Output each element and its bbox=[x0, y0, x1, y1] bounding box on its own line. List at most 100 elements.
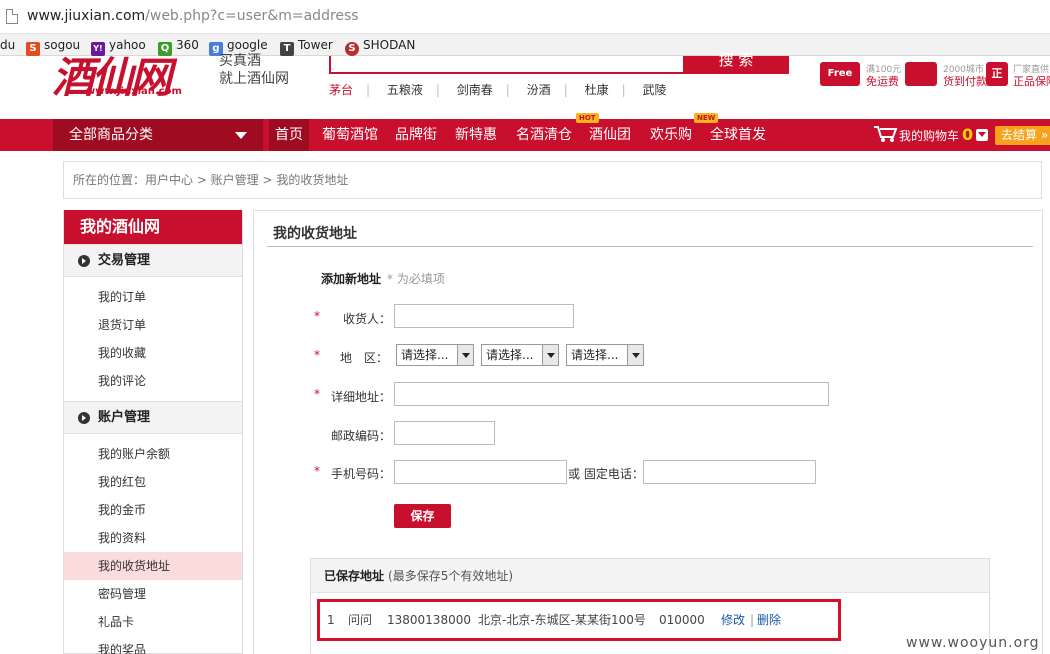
hot-word[interactable]: 汾酒 bbox=[527, 83, 551, 97]
sidebar-item-password[interactable]: 密码管理 bbox=[64, 580, 242, 608]
saved-header: 已保存地址 (最多保存5个有效地址) bbox=[311, 559, 989, 593]
delete-link[interactable]: 删除 bbox=[757, 602, 781, 638]
phone-label: 或 固定电话： bbox=[568, 467, 644, 481]
watermark: www.wooyun.org bbox=[906, 635, 1040, 651]
hot-word[interactable]: 杜康 bbox=[585, 83, 609, 97]
address-label: 详细地址： bbox=[331, 390, 392, 404]
page-icon bbox=[6, 9, 18, 24]
bookmark-yahoo[interactable]: Y! yahoo bbox=[91, 37, 146, 56]
nav-item-wine[interactable]: 葡萄酒馆 bbox=[322, 119, 378, 151]
row-zip: 010000 bbox=[659, 613, 705, 627]
dropdown-arrow-icon bbox=[542, 345, 558, 365]
address-input[interactable] bbox=[394, 382, 829, 406]
hot-word[interactable]: 茅台 bbox=[329, 83, 353, 97]
search-button[interactable]: 搜 索 bbox=[683, 53, 789, 74]
mobile-input[interactable] bbox=[394, 460, 567, 484]
phone-input[interactable] bbox=[643, 460, 816, 484]
form-title: 添加新地址 * 为必填项 bbox=[321, 272, 445, 286]
sidebar-title: 我的酒仙网 bbox=[64, 210, 242, 244]
district-select[interactable]: 请选择... bbox=[566, 344, 644, 366]
shodan-icon: S bbox=[345, 42, 359, 56]
sidebar-item-balance[interactable]: 我的账户余额 bbox=[64, 440, 242, 468]
row-index: 1 bbox=[327, 613, 335, 627]
promo-free-shipping: Free 满100元 免运费 bbox=[820, 62, 901, 88]
checkout-button[interactable]: 去结算 » bbox=[995, 126, 1050, 145]
breadcrumb: 所在的位置：用户中心 > 账户管理 > 我的收货地址 bbox=[63, 161, 1042, 199]
bookmark-google[interactable]: g google bbox=[209, 37, 268, 56]
required-star: * bbox=[314, 348, 320, 362]
city-select[interactable]: 请选择... bbox=[481, 344, 559, 366]
sidebar-item-giftcard[interactable]: 礼品卡 bbox=[64, 608, 242, 636]
sidebar-item-redpacket[interactable]: 我的红包 bbox=[64, 468, 242, 496]
required-star: * bbox=[314, 309, 320, 323]
saved-addresses: 已保存地址 (最多保存5个有效地址) 1 问问 13800138000 北京-北京… bbox=[310, 558, 990, 654]
province-select[interactable]: 请选择... bbox=[396, 344, 474, 366]
sogou-icon: S bbox=[26, 42, 40, 56]
zip-input[interactable] bbox=[394, 421, 495, 445]
mobile-label: 手机号码： bbox=[331, 467, 392, 481]
save-button[interactable]: 保存 bbox=[394, 504, 451, 528]
sidebar-item-address[interactable]: 我的收货地址 bbox=[64, 552, 242, 580]
bookmark-sogou[interactable]: Ssogou bbox=[26, 37, 80, 56]
nav-item-group[interactable]: 酒仙团 bbox=[589, 119, 631, 151]
row-phone: 13800138000 bbox=[387, 613, 471, 627]
url-text[interactable]: www.jiuxian.com/web.php?c=user&m=address bbox=[27, 8, 359, 24]
yahoo-icon: Y! bbox=[91, 42, 105, 56]
truck-icon: Free bbox=[820, 62, 860, 86]
sidebar-item-profile[interactable]: 我的资料 bbox=[64, 524, 242, 552]
sidebar-item-coins[interactable]: 我的金币 bbox=[64, 496, 242, 524]
bookmark-tower[interactable]: T Tower bbox=[280, 37, 333, 56]
hot-words: 茅台 | 五粮液 | 剑南春 | 汾酒 | 杜康 | 武陵 bbox=[329, 83, 667, 97]
sidebar-item-returns[interactable]: 退货订单 bbox=[64, 311, 242, 339]
edit-link[interactable]: 修改 bbox=[721, 602, 745, 638]
required-star: * bbox=[314, 387, 320, 401]
sidebar: 我的酒仙网 交易管理 我的订单 退货订单 我的收藏 我的评论 账户管理 我的账户… bbox=[63, 210, 243, 654]
divider bbox=[267, 246, 1033, 247]
cart-link[interactable]: 我的购物车 0 bbox=[873, 119, 989, 151]
sidebar-item-orders[interactable]: 我的订单 bbox=[64, 283, 242, 311]
address-row: 1 问问 13800138000 北京-北京-东城区-某某街100号 01000… bbox=[317, 599, 841, 641]
sidebar-item-reviews[interactable]: 我的评论 bbox=[64, 367, 242, 395]
address-bar[interactable]: www.jiuxian.com/web.php?c=user&m=address bbox=[0, 0, 1050, 34]
category-menu-button[interactable]: 全部商品分类 bbox=[53, 119, 263, 151]
sidebar-item-prizes[interactable]: 我的奖品 bbox=[64, 636, 242, 654]
nav-item-happy[interactable]: 欢乐购 NEW bbox=[650, 113, 719, 151]
caret-down-icon bbox=[235, 132, 247, 139]
bookmark-360[interactable]: Q 360 bbox=[158, 37, 199, 56]
required-hint: * 为必填项 bbox=[387, 272, 445, 286]
bookmark-du[interactable]: du bbox=[0, 37, 15, 53]
row-name: 问问 bbox=[348, 613, 373, 627]
main-nav: 全部商品分类 首页 葡萄酒馆 品牌街 新特惠 名酒清仓 HOT 酒仙团 欢乐购 NE… bbox=[0, 113, 1050, 151]
360-icon: Q bbox=[158, 42, 172, 56]
nav-item-home[interactable]: 首页 bbox=[269, 119, 309, 151]
arrow-right-circle-icon bbox=[78, 255, 90, 267]
nav-item-brand[interactable]: 品牌街 bbox=[395, 119, 437, 151]
receiver-input[interactable] bbox=[394, 304, 574, 328]
nav-item-global[interactable]: 全球首发 bbox=[710, 119, 766, 151]
dropdown-arrow-icon bbox=[627, 345, 643, 365]
region-label: 地 区： bbox=[340, 351, 389, 365]
bookmark-shodan[interactable]: S SHODAN bbox=[345, 37, 415, 56]
shield-icon: 正 bbox=[986, 62, 1008, 86]
row-address: 北京-北京-东城区-某某街100号 bbox=[478, 613, 646, 627]
card-icon bbox=[905, 62, 937, 86]
promo-cod: 2000城市 货到付款 bbox=[905, 62, 987, 88]
dropdown-arrow-icon bbox=[457, 345, 473, 365]
hot-word[interactable]: 五粮液 bbox=[387, 83, 423, 97]
hot-word[interactable]: 武陵 bbox=[642, 83, 666, 97]
bookmarks-bar: du Ssogou Y! yahoo Q 360 g google T Tower SS… bbox=[0, 34, 1050, 56]
page-title: 我的收货地址 bbox=[273, 226, 357, 242]
sidebar-item-favorites[interactable]: 我的收藏 bbox=[64, 339, 242, 367]
receiver-label: 收货人： bbox=[343, 312, 392, 326]
sidebar-group-trade[interactable]: 交易管理 bbox=[64, 244, 242, 277]
chevron-down-icon[interactable] bbox=[976, 129, 989, 141]
sidebar-group-account[interactable]: 账户管理 bbox=[64, 401, 242, 434]
hot-word[interactable]: 剑南春 bbox=[457, 83, 493, 97]
nav-item-deals[interactable]: 新特惠 bbox=[455, 119, 497, 151]
site-logo[interactable]: 酒仙网 www.Jiuxian.com bbox=[50, 56, 190, 100]
nav-item-clearance[interactable]: 名酒清仓 HOT bbox=[516, 113, 599, 151]
main-panel: 我的收货地址 添加新地址 * 为必填项 * 收货人： * 地 区： 请选择... … bbox=[253, 210, 1043, 654]
promo-genuine: 正 厂家直供 正品保障 bbox=[986, 62, 1050, 88]
arrow-right-circle-icon bbox=[78, 412, 90, 424]
slogan: 买真酒 就上酒仙网 bbox=[219, 53, 289, 87]
